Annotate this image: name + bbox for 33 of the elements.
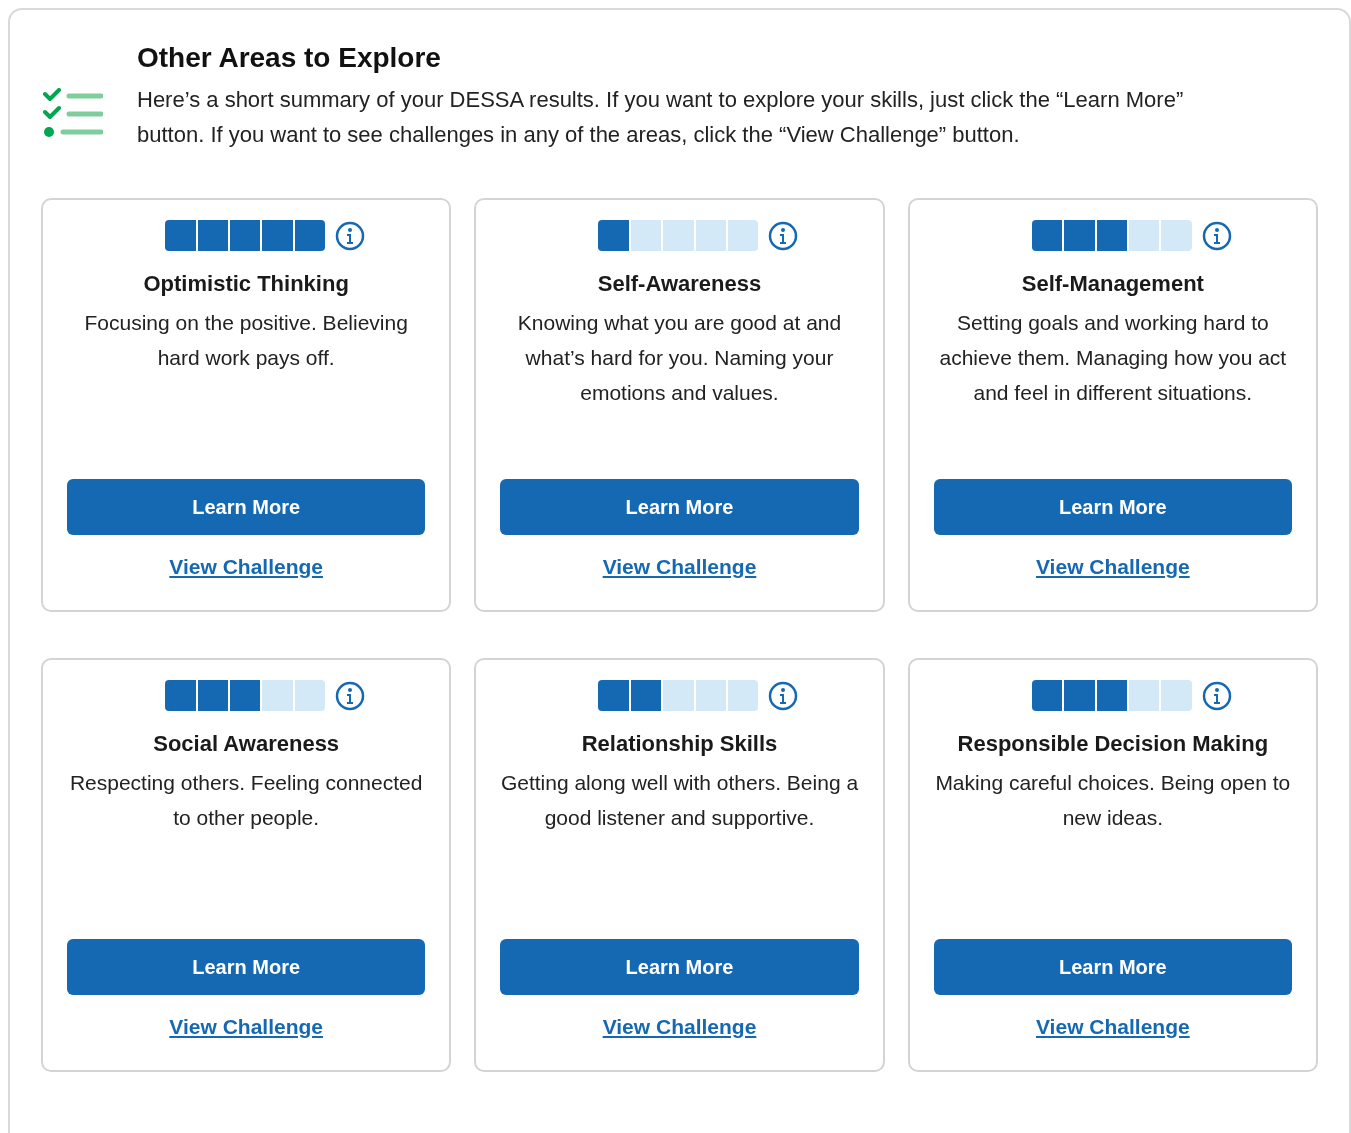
summary-text: Here’s a short summary of your DESSA results. If you want to explore your skills, just click the “Learn More” button. If you want to see challenges in any of the areas, click the “View Challenge” button.	[137, 86, 1185, 149]
info-icon[interactable]	[768, 220, 799, 251]
area-title: Self-Awareness	[597, 270, 762, 298]
area-title: Optimistic Thinking	[143, 270, 349, 298]
area-description: Setting goals and working hard to achieve them. Managing how you act and feel in different situations.	[938, 310, 1288, 406]
area-title: Self-Management	[1021, 270, 1204, 298]
info-icon[interactable]	[1201, 680, 1232, 711]
info-icon[interactable]	[335, 220, 366, 251]
area-title: Relationship Skills	[581, 730, 778, 758]
area-description: Knowing what you are good at and what’s hard for you. Naming your emotions and values.	[516, 310, 843, 406]
learn-more-button[interactable]: Learn More	[933, 938, 1292, 995]
area-title: Social Awareness	[153, 730, 340, 758]
checklist-icon	[43, 88, 103, 140]
learn-more-button[interactable]: Learn More	[500, 938, 859, 995]
learn-more-button[interactable]: Learn More	[67, 478, 426, 535]
view-challenge-link[interactable]: View Challenge	[602, 550, 757, 582]
area-description: Respecting others. Feeling connected to other people.	[68, 770, 424, 831]
info-icon[interactable]	[1201, 220, 1232, 251]
area-title: Responsible Decision Making	[957, 730, 1269, 758]
view-challenge-link[interactable]: View Challenge	[1036, 550, 1190, 582]
area-description: Getting along well with others. Being a good listener and supportive.	[500, 770, 859, 831]
info-icon[interactable]	[768, 680, 799, 711]
view-challenge-link[interactable]: View Challenge	[169, 1010, 323, 1042]
info-icon[interactable]	[335, 680, 366, 711]
area-description: Focusing on the positive. Believing hard work pays off.	[83, 310, 409, 371]
learn-more-button[interactable]: Learn More	[67, 938, 426, 995]
view-challenge-link[interactable]: View Challenge	[169, 550, 323, 582]
view-challenge-link[interactable]: View Challenge	[1036, 1010, 1190, 1042]
learn-more-button[interactable]: Learn More	[500, 478, 859, 535]
area-description: Making careful choices. Being open to new ideas.	[934, 770, 1292, 831]
learn-more-button[interactable]: Learn More	[933, 478, 1292, 535]
section-title: Other Areas to Explore	[137, 41, 442, 75]
view-challenge-link[interactable]: View Challenge	[602, 1010, 757, 1042]
